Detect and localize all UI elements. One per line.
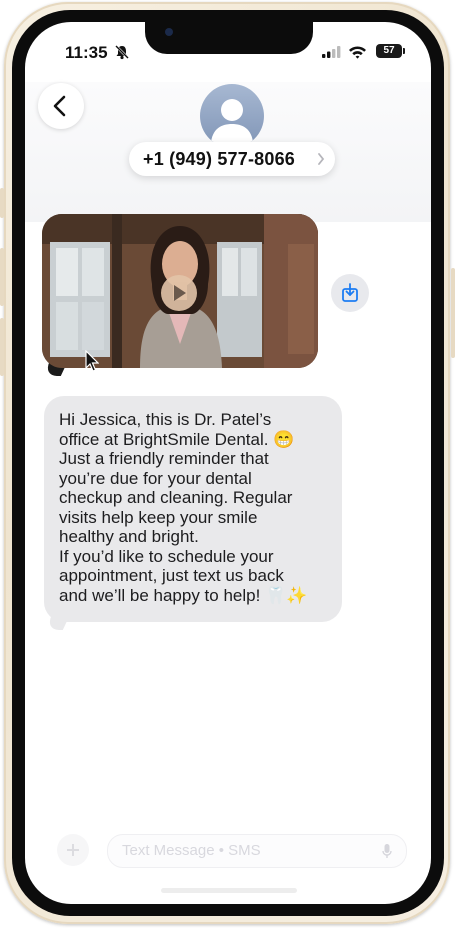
message-input[interactable]: Text Message • SMS [107, 834, 407, 868]
volume-up-button [0, 248, 4, 306]
bell-slash-icon [115, 45, 129, 60]
message-line: If you’d like to schedule your [59, 546, 274, 566]
microphone-icon[interactable] [382, 843, 392, 859]
screen: 11:35 57 +1 (949) 577-8066 Hi Jessica, t… [25, 22, 431, 904]
battery-level: 57 [383, 45, 395, 56]
person-silhouette-icon [211, 99, 253, 142]
battery-tip [403, 48, 405, 54]
message-line: checkup and cleaning. Regular [59, 488, 293, 507]
text-message[interactable]: Hi Jessica, this is Dr. Patel’s office a… [44, 396, 342, 622]
cellular-signal-icon [322, 46, 341, 58]
message-line: and we’ll be happy to help! 🦷✨ [59, 585, 308, 605]
mouse-cursor-icon [85, 350, 99, 372]
contact-avatar[interactable] [200, 84, 264, 148]
status-time: 11:35 [65, 43, 108, 62]
save-video-button[interactable] [331, 274, 369, 312]
play-button[interactable] [161, 275, 197, 311]
message-input-placeholder: Text Message • SMS [122, 842, 261, 859]
mute-switch [0, 188, 4, 218]
volume-down-button [0, 318, 4, 376]
message-line: appointment, just text us back [59, 566, 284, 585]
back-button[interactable] [38, 83, 84, 129]
contact-name-pill[interactable]: +1 (949) 577-8066 [129, 142, 335, 176]
message-line: visits help keep your smile [59, 507, 258, 527]
contact-phone-number: +1 (949) 577-8066 [143, 149, 296, 169]
message-line: healthy and bright. [59, 527, 199, 546]
plus-icon [67, 844, 79, 856]
battery-indicator: 57 [376, 44, 402, 58]
message-line: Just a friendly reminder that [59, 449, 269, 468]
message-text: Hi Jessica, this is Dr. Patel’s office a… [59, 410, 307, 605]
notch [145, 22, 313, 54]
message-line: you’re due for your dental [59, 468, 252, 488]
front-camera [165, 28, 173, 36]
plus-button[interactable] [57, 834, 89, 866]
home-indicator[interactable] [161, 888, 297, 893]
message-line: office at BrightSmile Dental. 😁 [59, 429, 295, 449]
message-line: Hi Jessica, this is Dr. Patel’s [59, 410, 272, 429]
power-button [451, 268, 455, 358]
wifi-icon [349, 46, 366, 59]
play-icon [174, 285, 186, 301]
chevron-right-icon [318, 153, 325, 165]
chevron-left-icon [53, 95, 66, 117]
download-icon [342, 283, 358, 302]
